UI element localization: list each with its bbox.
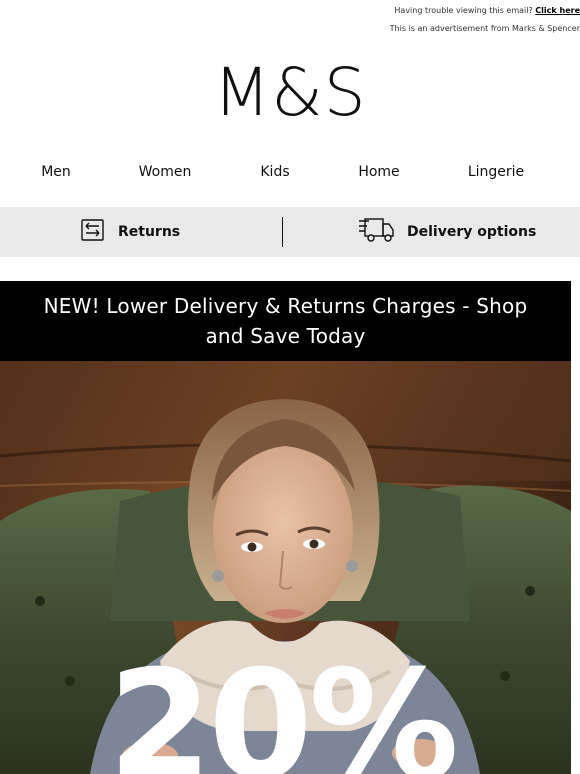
main-nav: Men Women Kids Home Lingerie <box>0 160 580 188</box>
advertisement-notice: This is an advertisement from Marks & Sp… <box>389 24 580 33</box>
trouble-viewing-line: Having trouble viewing this email? Click… <box>394 6 580 15</box>
returns-icon <box>79 218 106 246</box>
nav-item-lingerie[interactable]: Lingerie <box>468 164 524 180</box>
email-preheader: Having trouble viewing this email? Click… <box>0 0 580 44</box>
delivery-van-icon <box>357 216 395 248</box>
delivery-options-link[interactable]: Delivery options <box>357 207 536 257</box>
promo-banner[interactable]: NEW! Lower Delivery & Returns Charges - … <box>0 281 571 361</box>
nav-item-home[interactable]: Home <box>358 164 399 180</box>
returns-label: Returns <box>118 224 181 240</box>
delivery-options-label: Delivery options <box>407 224 537 240</box>
service-divider <box>282 217 283 247</box>
nav-item-men[interactable]: Men <box>41 164 71 180</box>
hero-offer-text: 20% <box>108 639 459 774</box>
brand-logo[interactable]: M&S <box>0 52 580 132</box>
hero-image[interactable]: 20% <box>0 361 571 774</box>
promo-headline: NEW! Lower Delivery & Returns Charges - … <box>43 294 528 348</box>
returns-link[interactable]: Returns <box>79 207 180 257</box>
nav-item-kids[interactable]: Kids <box>260 164 289 180</box>
service-bar: Returns Delivery options <box>0 207 580 257</box>
trouble-viewing-text: Having trouble viewing this email? <box>394 6 533 15</box>
click-here-link[interactable]: Click here <box>535 6 580 15</box>
nav-item-women[interactable]: Women <box>139 164 192 180</box>
